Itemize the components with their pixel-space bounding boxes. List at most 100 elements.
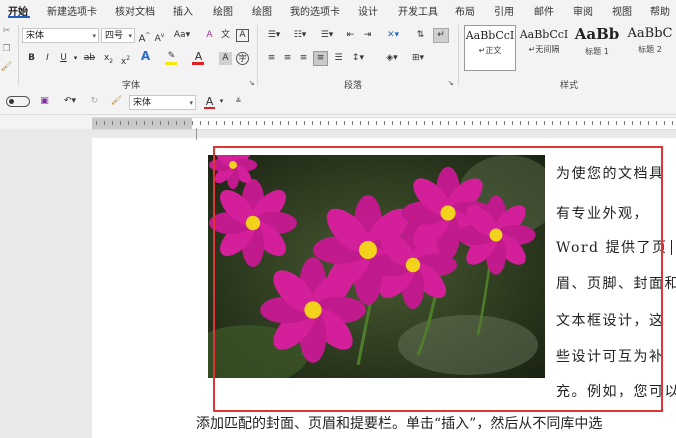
tab-view[interactable]: 视图 [612, 3, 632, 18]
ruler-tick [608, 121, 609, 125]
text-line: 添加匹配的封面、页眉和提要栏。单击“插入”，然后从不同库中选 [196, 416, 603, 432]
char-shading-icon[interactable]: A [219, 52, 232, 65]
horizontal-ruler[interactable] [92, 117, 676, 130]
tab-developer[interactable]: 开发工具 [398, 3, 438, 18]
ruler-tick [624, 121, 625, 125]
font-color-dropdown-icon[interactable]: ▾ [215, 95, 228, 108]
multilevel-list-icon[interactable]: ☰▾ [317, 29, 337, 42]
quick-access-toolbar: ▣ ↶▾ ↻ 🖌 宋体 ▾ A ▾ ≚ [0, 90, 676, 115]
shrink-font-icon[interactable]: Av [153, 29, 166, 44]
style-heading-2[interactable]: AaBbC 标题 2 [624, 25, 676, 71]
undo-icon[interactable]: ↶▾ [60, 95, 80, 108]
ruler-tick [152, 121, 153, 125]
chevron-down-icon: ▾ [128, 32, 132, 40]
ruler-tick [456, 121, 457, 125]
increase-indent-icon[interactable]: ⇥ [361, 29, 374, 42]
style-heading-1[interactable]: AaBb 标题 1 [572, 25, 622, 71]
enclose-char-icon[interactable]: 字 [236, 52, 249, 65]
ruler-tick [128, 121, 129, 125]
autosave-toggle[interactable] [6, 96, 30, 107]
style-normal[interactable]: AaBbCcI ↵正文 [464, 25, 516, 71]
format-painter-icon[interactable]: 🖌 [110, 95, 123, 108]
ruler-tick [320, 121, 321, 125]
save-icon[interactable]: ▣ [38, 95, 51, 108]
shading-icon[interactable]: ◈▾ [382, 52, 402, 65]
justify-icon[interactable]: ≡ [313, 51, 328, 66]
underline-dropdown-icon[interactable]: ▾ [69, 52, 82, 65]
copy-icon[interactable]: ❐ [0, 43, 13, 56]
tab-references[interactable]: 引用 [494, 3, 514, 18]
paragraph-dialog-launcher-icon[interactable]: ↘ [444, 77, 457, 90]
tab-review[interactable]: 审阅 [573, 3, 593, 18]
tab-draw-2[interactable]: 绘图 [252, 3, 272, 18]
qat-font-select[interactable]: 宋体 ▾ [129, 95, 196, 110]
clear-format-icon[interactable]: A [203, 29, 216, 42]
tab-new[interactable]: 新建选项卡 [47, 3, 97, 18]
qat-font-value: 宋体 [133, 98, 152, 108]
ruler-tick [496, 121, 497, 125]
ruler-tick [400, 121, 401, 125]
tab-help[interactable]: 帮助 [650, 3, 670, 18]
font-name-select[interactable]: 宋体 ▾ [22, 28, 99, 43]
subscript-icon[interactable]: x2 [102, 52, 115, 65]
chevron-down-icon: ▾ [92, 32, 96, 40]
borders-icon[interactable]: ⊞▾ [408, 52, 428, 65]
bullets-icon[interactable]: ☰▾ [264, 29, 284, 42]
chinese-layout-icon[interactable]: ✕▾ [383, 29, 403, 42]
ruler-tick [424, 121, 425, 125]
ruler-tick [592, 121, 593, 125]
bold-icon[interactable]: B [25, 52, 38, 65]
line-spacing-icon[interactable]: ↕▾ [348, 52, 368, 65]
format-painter-icon[interactable]: 🖌 [0, 61, 13, 74]
ruler-tick [304, 121, 305, 125]
ruler-tick [168, 121, 169, 125]
tab-design[interactable]: 设计 [358, 3, 378, 18]
sort-icon[interactable]: ⇅ [414, 29, 427, 42]
ruler-tick [576, 121, 577, 125]
style-no-spacing[interactable]: AaBbCcI ↵无间隔 [518, 25, 570, 71]
ruler-tick [512, 121, 513, 125]
ruler-tick [272, 121, 273, 125]
cut-icon[interactable]: ✂ [0, 25, 13, 38]
ruler-tick [368, 121, 369, 125]
phonetic-guide-icon[interactable]: 文 [219, 29, 232, 42]
text-effects-icon[interactable]: A [139, 50, 152, 63]
distributed-icon[interactable]: ☰ [332, 52, 345, 65]
ruler-tick [232, 121, 233, 125]
divider [18, 25, 19, 85]
ruler-tick [176, 121, 177, 125]
align-right-icon[interactable]: ≡ [297, 52, 310, 65]
tab-mailings[interactable]: 邮件 [534, 3, 554, 18]
align-center-icon[interactable]: ≡ [281, 52, 294, 65]
redo-icon[interactable]: ↻ [88, 95, 101, 108]
tab-my-tab[interactable]: 我的选项卡 [290, 3, 340, 18]
show-marks-icon[interactable]: ↵ [433, 28, 449, 43]
superscript-icon[interactable]: x2 [119, 52, 132, 67]
text-cursor [671, 240, 672, 255]
strikethrough-icon[interactable]: ab [83, 52, 96, 65]
grow-font-icon[interactable]: A^ [138, 29, 151, 44]
tab-proofing[interactable]: 核对文档 [115, 3, 155, 18]
divider [458, 25, 459, 85]
align-left-icon[interactable]: ≡ [265, 52, 278, 65]
char-border-icon[interactable]: A [236, 29, 249, 42]
ribbon-tabs: 开始 新建选项卡 核对文档 插入 绘图 绘图 我的选项卡 设计 开发工具 布局 … [0, 0, 676, 19]
ruler-tick [288, 121, 289, 125]
font-size-select[interactable]: 四号 ▾ [101, 28, 135, 43]
tab-insert[interactable]: 插入 [173, 3, 193, 18]
italic-icon[interactable]: I [41, 52, 54, 65]
ruler-tick [552, 121, 553, 125]
tab-layout[interactable]: 布局 [455, 3, 475, 18]
ruler-tick [616, 121, 617, 125]
ruler-tick [96, 121, 97, 125]
style-name: ↵正文 [478, 46, 502, 55]
change-case-icon[interactable]: Aa▾ [172, 29, 192, 42]
decrease-indent-icon[interactable]: ⇤ [344, 29, 357, 42]
ruler-tick [360, 121, 361, 125]
numbering-icon[interactable]: ☷▾ [290, 29, 310, 42]
ruler-tick [432, 121, 433, 125]
ruler-tick [256, 121, 257, 125]
ruler-tick [248, 121, 249, 125]
tab-draw[interactable]: 绘图 [213, 3, 233, 18]
customize-qat-icon[interactable]: ≚ [232, 95, 245, 108]
